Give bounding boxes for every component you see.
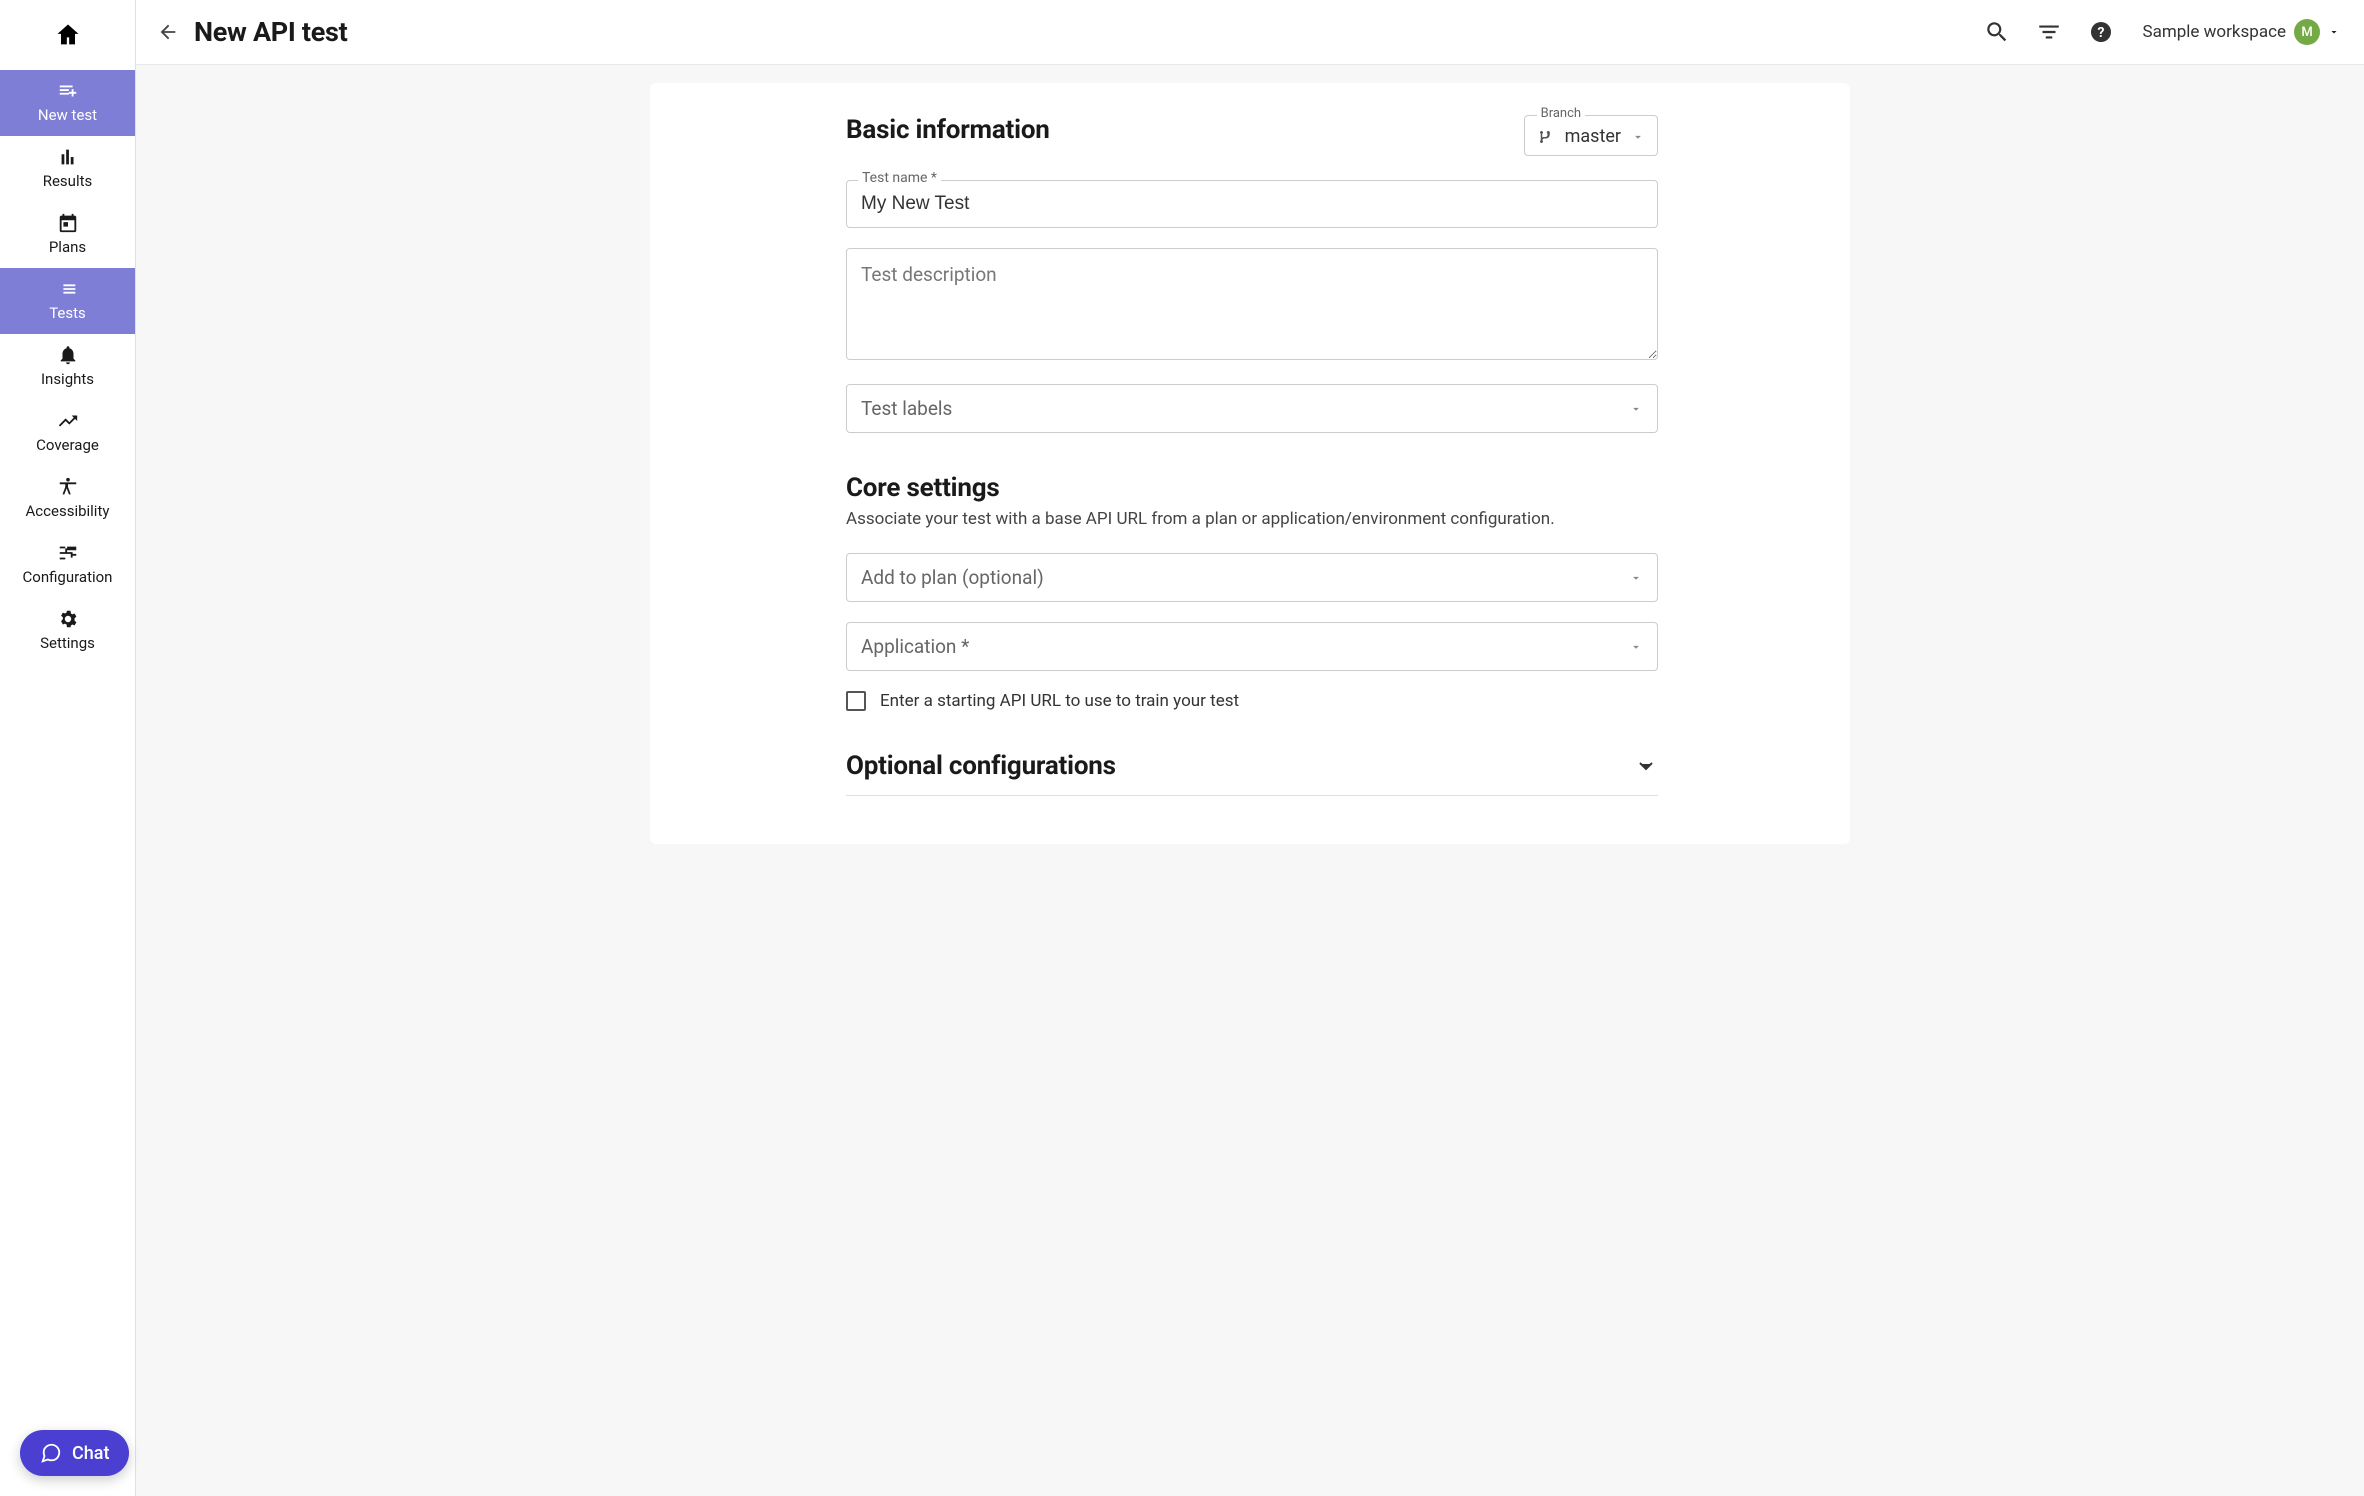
sidebar-label: Results xyxy=(43,172,93,190)
form-card: Basic information Branch master Test nam… xyxy=(650,83,1850,844)
sidebar-label: Insights xyxy=(41,370,94,388)
plan-select[interactable]: Add to plan (optional) xyxy=(846,553,1658,602)
optional-config-toggle[interactable]: Optional configurations xyxy=(846,751,1658,796)
sidebar-item-settings[interactable]: Settings xyxy=(0,598,135,664)
new-test-icon xyxy=(57,80,79,102)
test-description-input[interactable] xyxy=(846,248,1658,360)
sidebar: New test Results Plans Tests Insights Co… xyxy=(0,0,136,1496)
sidebar-label: Plans xyxy=(49,238,86,256)
sidebar-item-plans[interactable]: Plans xyxy=(0,202,135,268)
starting-url-label: Enter a starting API URL to use to train… xyxy=(880,691,1239,711)
application-select[interactable]: Application * xyxy=(846,622,1658,671)
bar-chart-icon xyxy=(57,146,79,168)
sidebar-item-new-test[interactable]: New test xyxy=(0,70,135,136)
core-settings-title: Core settings xyxy=(846,473,1658,503)
sidebar-label: Coverage xyxy=(36,436,99,454)
dropdown-icon xyxy=(1629,640,1643,654)
dropdown-icon xyxy=(1631,130,1645,144)
test-labels-placeholder: Test labels xyxy=(861,397,952,420)
back-button[interactable] xyxy=(154,18,182,46)
branch-selector[interactable]: Branch master xyxy=(1524,115,1658,156)
branch-label: Branch xyxy=(1537,106,1585,121)
tune-icon xyxy=(57,542,79,564)
sidebar-item-results[interactable]: Results xyxy=(0,136,135,202)
chat-icon xyxy=(40,1442,62,1464)
sidebar-label: Settings xyxy=(40,634,95,652)
dropdown-icon xyxy=(1629,571,1643,585)
git-branch-icon xyxy=(1537,128,1555,146)
workspace-selector[interactable]: Sample workspace M xyxy=(2143,19,2341,45)
branch-value: master xyxy=(1565,126,1621,147)
chat-widget[interactable]: Chat xyxy=(20,1430,129,1476)
dropdown-icon xyxy=(1629,402,1643,416)
test-name-input[interactable] xyxy=(846,180,1658,228)
chat-label: Chat xyxy=(72,1443,109,1464)
bell-icon xyxy=(57,344,79,366)
workspace-name: Sample workspace xyxy=(2143,22,2287,42)
svg-text:?: ? xyxy=(2097,25,2104,41)
sidebar-item-tests[interactable]: Tests xyxy=(0,268,135,334)
sidebar-label: Tests xyxy=(49,304,86,322)
caret-down-icon xyxy=(2328,26,2340,38)
sidebar-label: Configuration xyxy=(23,568,113,586)
list-icon xyxy=(57,278,79,300)
test-name-label: Test name * xyxy=(858,170,941,186)
sidebar-label: Accessibility xyxy=(26,502,110,520)
test-labels-select[interactable]: Test labels xyxy=(846,384,1658,433)
page-title: New API test xyxy=(194,16,347,48)
accessibility-icon xyxy=(57,476,79,498)
sidebar-item-configuration[interactable]: Configuration xyxy=(0,532,135,598)
filter-button[interactable] xyxy=(2029,12,2069,52)
optional-config-title: Optional configurations xyxy=(846,751,1116,781)
basic-info-title: Basic information xyxy=(846,115,1050,145)
search-icon xyxy=(1984,19,2010,45)
gear-icon xyxy=(57,608,79,630)
chevron-down-icon xyxy=(1634,754,1658,778)
starting-url-checkbox[interactable] xyxy=(846,691,866,711)
help-button[interactable]: ? xyxy=(2081,12,2121,52)
search-button[interactable] xyxy=(1977,12,2017,52)
application-placeholder: Application * xyxy=(861,635,969,658)
arrow-left-icon xyxy=(157,21,179,43)
sidebar-item-coverage[interactable]: Coverage xyxy=(0,400,135,466)
plan-placeholder: Add to plan (optional) xyxy=(861,566,1044,589)
trending-icon xyxy=(57,410,79,432)
filter-icon xyxy=(2036,19,2062,45)
topbar: New API test ? Sample workspace M xyxy=(136,0,2364,65)
home-icon xyxy=(54,21,82,49)
sidebar-label: New test xyxy=(38,106,97,124)
calendar-icon xyxy=(57,212,79,234)
sidebar-item-insights[interactable]: Insights xyxy=(0,334,135,400)
sidebar-home[interactable] xyxy=(0,0,135,70)
sidebar-item-accessibility[interactable]: Accessibility xyxy=(0,466,135,532)
core-settings-subtitle: Associate your test with a base API URL … xyxy=(846,509,1658,529)
help-icon: ? xyxy=(2089,20,2113,44)
avatar: M xyxy=(2294,19,2320,45)
